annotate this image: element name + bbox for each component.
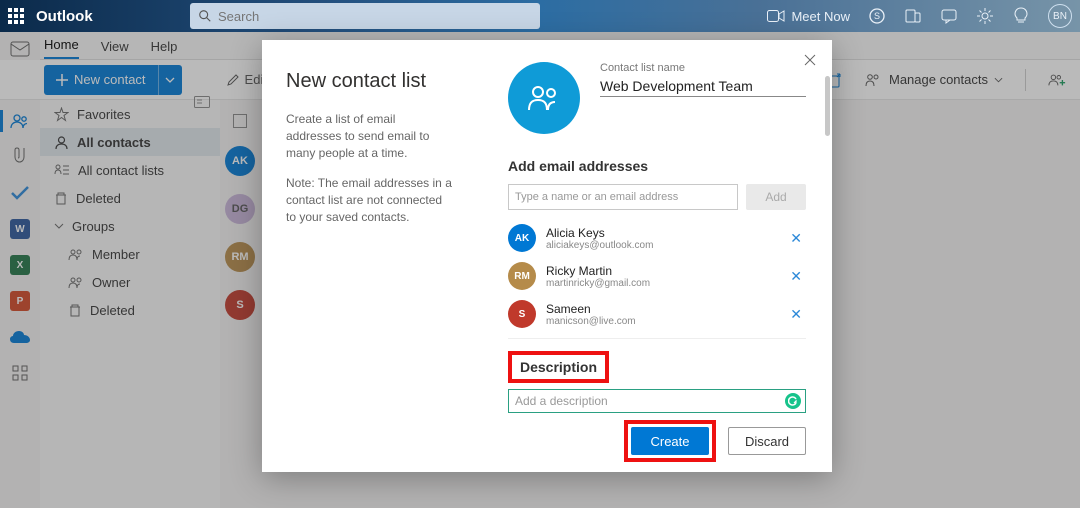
- camera-icon: [767, 9, 785, 23]
- settings-icon[interactable]: [976, 7, 994, 25]
- dialog-description-1: Create a list of email addresses to send…: [286, 111, 452, 161]
- grammarly-icon: [785, 393, 801, 409]
- email-address-input[interactable]: Type a name or an email address: [508, 184, 738, 210]
- search-input[interactable]: [218, 9, 532, 24]
- search-icon: [198, 9, 212, 23]
- tips-icon[interactable]: [1012, 7, 1030, 25]
- app-header: Outlook Meet Now S BN: [0, 0, 1080, 32]
- member-row: S Sameen manicson@live.com ✕: [508, 300, 806, 328]
- list-name-input[interactable]: Web Development Team: [600, 76, 806, 97]
- avatar-initials: BN: [1053, 11, 1067, 22]
- member-row: RM Ricky Martin martinricky@gmail.com ✕: [508, 262, 806, 290]
- description-label: Description: [520, 359, 597, 375]
- dialog-title: New contact list: [286, 70, 452, 93]
- list-name-label: Contact list name: [600, 62, 806, 74]
- add-email-button[interactable]: Add: [746, 184, 806, 210]
- description-highlight: Description: [508, 351, 609, 383]
- discard-button[interactable]: Discard: [728, 427, 806, 455]
- app-launcher-button[interactable]: [0, 0, 32, 32]
- search-box[interactable]: [190, 3, 540, 29]
- dialog-right-panel: Contact list name Web Development Team A…: [472, 40, 832, 472]
- contact-list-avatar: [508, 62, 580, 134]
- remove-member-button[interactable]: ✕: [786, 306, 806, 323]
- member-avatar: RM: [508, 262, 536, 290]
- member-name: Sameen: [546, 302, 776, 316]
- user-avatar[interactable]: BN: [1048, 4, 1072, 28]
- member-name: Alicia Keys: [546, 226, 776, 240]
- create-button[interactable]: Create: [631, 427, 709, 455]
- member-row: AK Alicia Keys aliciakeys@outlook.com ✕: [508, 224, 806, 252]
- meet-now-button[interactable]: Meet Now: [767, 9, 850, 24]
- dialog-description-2: Note: The email addresses in a contact l…: [286, 175, 452, 225]
- member-avatar: AK: [508, 224, 536, 252]
- create-highlight: Create: [624, 420, 716, 462]
- description-input[interactable]: Add a description: [508, 389, 806, 413]
- meet-now-label: Meet Now: [791, 9, 850, 24]
- member-email: manicson@live.com: [546, 316, 776, 327]
- member-email: aliciakeys@outlook.com: [546, 240, 776, 251]
- group-large-icon: [527, 84, 561, 112]
- dialog-left-panel: New contact list Create a list of email …: [262, 40, 472, 472]
- svg-text:S: S: [874, 11, 880, 21]
- new-contact-list-dialog: New contact list Create a list of email …: [262, 40, 832, 472]
- member-name: Ricky Martin: [546, 264, 776, 278]
- remove-member-button[interactable]: ✕: [786, 268, 806, 285]
- teams-icon[interactable]: [904, 7, 922, 25]
- remove-member-button[interactable]: ✕: [786, 230, 806, 247]
- chat-icon[interactable]: [940, 7, 958, 25]
- add-addresses-label: Add email addresses: [508, 158, 806, 174]
- member-avatar: S: [508, 300, 536, 328]
- skype-icon[interactable]: S: [868, 7, 886, 25]
- member-email: martinricky@gmail.com: [546, 278, 776, 289]
- header-actions: Meet Now S BN: [767, 0, 1080, 32]
- brand-label: Outlook: [36, 8, 93, 25]
